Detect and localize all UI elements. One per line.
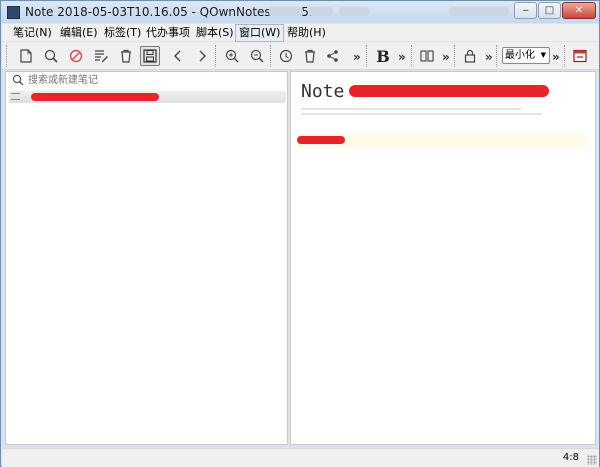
menu-help[interactable]: 帮助(H)	[284, 24, 329, 42]
toolbar-separator	[564, 45, 566, 67]
redacted-text	[297, 136, 345, 144]
preview-title: Note	[301, 81, 345, 102]
menu-window[interactable]: 窗口(W)	[235, 24, 285, 42]
toolbar-overflow-icon[interactable]: »	[485, 50, 493, 64]
search-icon	[12, 74, 24, 89]
redacted-title	[349, 85, 549, 97]
toolbar-overflow-icon[interactable]: »	[552, 50, 560, 64]
title-bar[interactable]: Note 2018-05-03T10.16.05 - QOwnNotes 18.…	[1, 1, 599, 23]
new-note-icon[interactable]	[16, 46, 36, 66]
menu-tags[interactable]: 标签(T)	[101, 24, 144, 42]
list-item[interactable]	[9, 91, 286, 103]
title-blur	[269, 7, 303, 16]
panel-icon[interactable]	[570, 46, 590, 66]
title-blur	[309, 7, 333, 16]
resize-grip-icon[interactable]	[587, 455, 597, 465]
preview-underline	[301, 108, 521, 110]
toolbar-overflow-icon[interactable]: »	[398, 50, 406, 64]
lock-icon[interactable]	[460, 46, 480, 66]
preview-underline	[301, 113, 541, 115]
note-list-panel	[5, 71, 288, 445]
close-button[interactable]: ✕	[562, 2, 596, 19]
menu-scripts[interactable]: 脚本(S)	[193, 24, 237, 42]
bold-icon[interactable]: B	[373, 46, 393, 66]
trash-icon[interactable]	[300, 46, 320, 66]
menu-todo[interactable]: 代办事项	[143, 24, 193, 42]
search-input[interactable]	[28, 72, 283, 88]
redacted-note-name	[31, 93, 159, 101]
search-row	[6, 72, 287, 89]
back-icon[interactable]	[168, 46, 188, 66]
title-blur	[339, 7, 369, 16]
app-window: Note 2018-05-03T10.16.05 - QOwnNotes 18.…	[0, 0, 600, 467]
zoom-out-icon[interactable]	[247, 46, 267, 66]
save-icon[interactable]	[140, 46, 160, 66]
delete-note-icon[interactable]	[116, 46, 136, 66]
forward-icon[interactable]	[192, 46, 212, 66]
menu-note[interactable]: 笔记(N)	[10, 24, 55, 42]
status-bar: 4:8	[2, 448, 599, 467]
toolbar-separator	[496, 45, 498, 67]
title-blur	[449, 7, 509, 16]
cancel-icon[interactable]	[66, 46, 86, 66]
toolbar-separator	[6, 45, 8, 67]
history-icon[interactable]	[276, 46, 296, 66]
split-view-icon[interactable]	[417, 46, 437, 66]
edit-note-icon[interactable]	[91, 46, 111, 66]
toolbar-separator	[411, 45, 413, 67]
current-line-highlight	[297, 133, 587, 148]
toolbar-separator	[270, 45, 272, 67]
toolbar-separator	[215, 45, 217, 67]
toolbar-separator	[454, 45, 456, 67]
app-icon	[7, 6, 20, 19]
share-icon[interactable]	[323, 46, 343, 66]
minimize-button[interactable]: ‒	[514, 2, 537, 19]
workspace-select-value: 最小化	[505, 50, 535, 61]
zoom-in-icon[interactable]	[222, 46, 242, 66]
chevron-down-icon: ▼	[540, 51, 546, 59]
toolbar-separator	[366, 45, 368, 67]
cursor-position: 4:8	[562, 452, 579, 463]
toolbar: » B » » » 最小化 ▼ »	[2, 42, 599, 70]
menu-bar: 笔记(N) 编辑(E) 标签(T) 代办事项 脚本(S) 窗口(W) 帮助(H)	[2, 24, 599, 42]
note-preview-panel[interactable]: Note	[290, 71, 596, 445]
toolbar-overflow-icon[interactable]: »	[353, 50, 361, 64]
menu-edit[interactable]: 编辑(E)	[57, 24, 101, 42]
workspace-select[interactable]: 最小化 ▼	[502, 47, 550, 64]
find-icon[interactable]	[41, 46, 61, 66]
note-icon	[11, 93, 20, 100]
maximize-button[interactable]: □	[538, 2, 561, 19]
toolbar-overflow-icon[interactable]: »	[442, 50, 450, 64]
